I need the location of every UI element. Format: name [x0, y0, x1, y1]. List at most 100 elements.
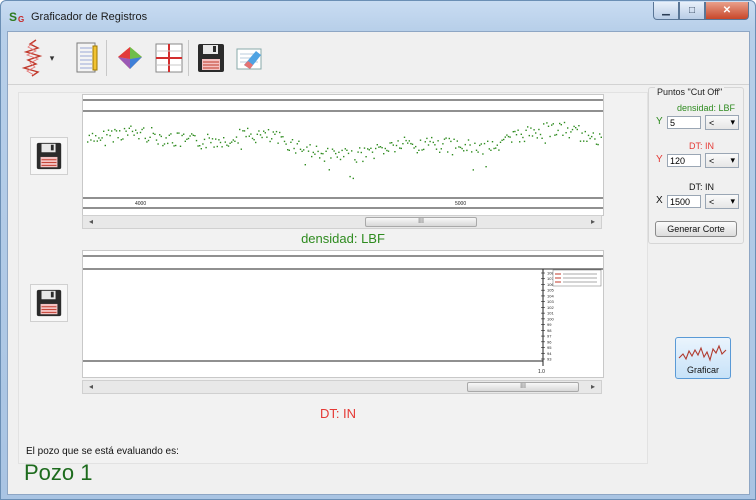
- data-point: [479, 144, 481, 147]
- title-bar[interactable]: S G Graficador de Registros ▁ □ ✕: [1, 1, 755, 31]
- data-point: [400, 147, 402, 150]
- scroll-thumb[interactable]: III: [365, 217, 477, 227]
- data-point: [541, 137, 543, 139]
- data-point: [136, 132, 138, 134]
- cutoff-row1-operator-select[interactable]: < ▾: [705, 115, 739, 130]
- data-point: [258, 130, 260, 132]
- data-point: [112, 141, 114, 143]
- density-chart[interactable]: 4000 5000: [82, 94, 604, 216]
- data-point: [368, 149, 370, 151]
- cutoff-row1-value-input[interactable]: [667, 116, 701, 129]
- data-point: [445, 137, 447, 139]
- data-point: [544, 142, 546, 144]
- data-point: [170, 133, 172, 135]
- data-point: [128, 127, 130, 129]
- data-point: [352, 177, 354, 180]
- data-point: [381, 147, 383, 149]
- cross-chart-tool-button[interactable]: [152, 38, 186, 78]
- main-window: S G Graficador de Registros ▁ □ ✕ ▾ 4000…: [0, 0, 756, 500]
- data-point: [101, 137, 103, 139]
- data-point: [451, 154, 454, 156]
- data-point: [357, 151, 359, 153]
- save-disk-icon: [198, 44, 224, 72]
- save-chart2-button[interactable]: [30, 284, 68, 322]
- data-point: [427, 144, 430, 146]
- data-point: [192, 134, 194, 136]
- data-point: [424, 141, 426, 143]
- data-point: [578, 125, 580, 127]
- data-point: [464, 143, 466, 146]
- cutoff-row3-value-input[interactable]: [667, 195, 701, 208]
- cutoff-row3-axis: X: [656, 195, 663, 206]
- log-curve-tool-button[interactable]: ▾: [16, 38, 56, 78]
- density-chart-scrollbar[interactable]: ◂ III ▸: [82, 215, 602, 229]
- data-point: [183, 133, 185, 135]
- data-point: [538, 128, 540, 131]
- eraser-icon: [236, 48, 262, 70]
- data-point: [280, 136, 282, 138]
- data-point: [223, 137, 225, 139]
- data-point: [234, 140, 236, 142]
- data-point: [583, 140, 585, 142]
- cutoff-row1-operator: <: [709, 117, 715, 128]
- data-point: [301, 150, 303, 152]
- close-button[interactable]: ✕: [705, 2, 749, 20]
- scroll-right-arrow[interactable]: ▸: [587, 216, 599, 228]
- cutoff-row2-operator-select[interactable]: < ▾: [705, 153, 739, 168]
- data-point: [175, 144, 177, 147]
- scroll-right-arrow[interactable]: ▸: [587, 381, 599, 393]
- data-point: [335, 152, 337, 155]
- data-point: [450, 140, 452, 143]
- data-point: [402, 143, 404, 145]
- data-point: [240, 148, 242, 150]
- dt-chart[interactable]: 108 107 106 105 104 103 102 101 100 99 98 97 96 95 94 9…: [82, 250, 604, 378]
- data-point: [383, 153, 385, 155]
- data-point: [475, 149, 478, 151]
- dt-chart-scrollbar[interactable]: ◂ III ▸: [82, 380, 602, 394]
- maximize-button[interactable]: □: [679, 2, 705, 20]
- cutoff-row2-value-input[interactable]: [667, 154, 701, 167]
- data-point: [559, 122, 561, 125]
- data-point: [567, 127, 569, 129]
- data-point: [397, 140, 399, 142]
- surface-3d-tool-button[interactable]: [112, 38, 148, 78]
- minimize-button[interactable]: ▁: [653, 2, 679, 20]
- data-point: [306, 146, 308, 148]
- save-tool-button[interactable]: [194, 38, 228, 78]
- data-point: [512, 131, 514, 133]
- data-point: [511, 141, 513, 143]
- plot-button-label: Graficar: [686, 365, 719, 375]
- data-point: [595, 143, 598, 145]
- data-point: [131, 130, 134, 133]
- data-point: [91, 132, 94, 135]
- data-point: [463, 150, 465, 152]
- data-point: [504, 136, 506, 138]
- generate-cut-button[interactable]: Generar Corte: [655, 221, 737, 237]
- data-point: [194, 135, 196, 137]
- data-point: [165, 137, 167, 139]
- data-point: [575, 127, 577, 129]
- data-point: [509, 136, 511, 138]
- eraser-tool-button[interactable]: [232, 38, 266, 78]
- document-tool-button[interactable]: [74, 38, 100, 78]
- data-point: [376, 144, 378, 146]
- data-point: [195, 139, 198, 142]
- plot-button[interactable]: Graficar: [675, 337, 731, 379]
- scroll-left-arrow[interactable]: ◂: [85, 381, 97, 393]
- data-point: [320, 152, 322, 155]
- scroll-left-arrow[interactable]: ◂: [85, 216, 97, 228]
- data-point: [570, 131, 572, 133]
- data-point: [493, 147, 495, 150]
- data-point: [181, 134, 183, 137]
- y-tick-label: 105: [547, 288, 554, 293]
- data-point: [311, 155, 313, 158]
- scroll-thumb[interactable]: III: [467, 382, 579, 392]
- data-point: [312, 151, 314, 154]
- data-point: [405, 139, 407, 142]
- data-point: [543, 123, 545, 125]
- data-point: [151, 127, 153, 129]
- cutoff-row3-operator-select[interactable]: < ▾: [705, 194, 739, 209]
- data-point: [114, 128, 116, 131]
- save-chart1-button[interactable]: [30, 137, 68, 175]
- data-point: [167, 142, 169, 145]
